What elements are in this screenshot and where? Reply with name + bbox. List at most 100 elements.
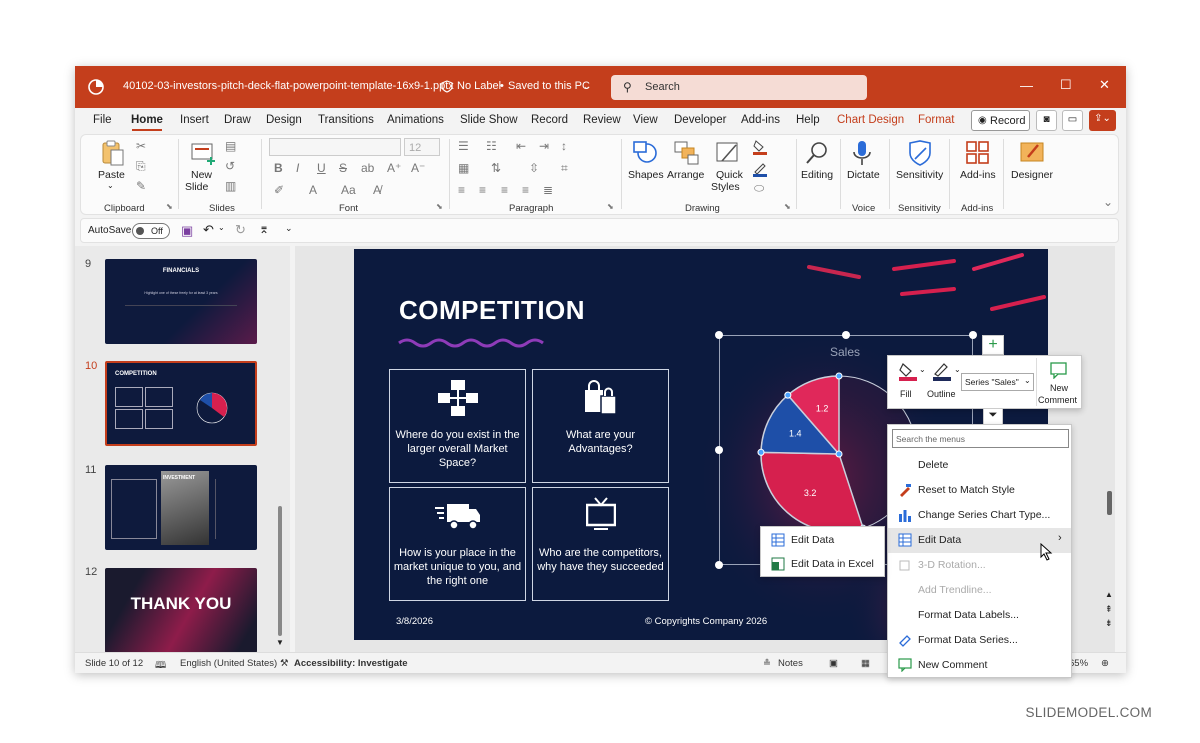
editing-button[interactable]: Editing <box>801 169 833 181</box>
tab-slide-show[interactable]: Slide Show <box>460 114 518 126</box>
save-icon[interactable]: ▣ <box>181 223 193 239</box>
smartart-icon[interactable]: ⌗ <box>561 161 568 176</box>
dialog-launcher-icon[interactable]: ⬊ <box>436 202 443 211</box>
font-size-select[interactable]: 12 <box>404 138 440 156</box>
copy-icon[interactable]: ⎘ <box>136 159 146 174</box>
chevron-down-icon[interactable]: ⌄ <box>218 223 225 232</box>
justify-icon[interactable]: ≡ <box>522 183 529 197</box>
arrange-icon[interactable] <box>673 139 701 167</box>
section-icon[interactable]: ▥ <box>225 179 236 193</box>
minimize-icon[interactable]: — <box>1020 78 1033 93</box>
thumbnail-slide-9[interactable]: FINANCIALS Highlight one of these freely… <box>105 259 257 344</box>
change-case-icon[interactable]: Aa <box>341 183 356 197</box>
resize-handle[interactable] <box>842 331 850 339</box>
designer-button[interactable]: Designer <box>1011 169 1053 181</box>
scroll-down-icon[interactable]: ▼ <box>276 638 284 647</box>
strikethrough-icon[interactable]: S <box>339 161 347 175</box>
tab-view[interactable]: View <box>633 114 658 126</box>
shape-effects-icon[interactable]: ⬭ <box>754 181 764 196</box>
fit-to-window-icon[interactable]: ⊕ <box>1101 658 1109 669</box>
outline-button[interactable]: Outline <box>927 389 956 399</box>
thumbnail-slide-10[interactable]: COMPETITION <box>105 361 257 446</box>
submenu-edit-data[interactable]: Edit Data <box>761 528 884 552</box>
slide-sorter-icon[interactable]: ▦ <box>861 658 870 669</box>
thumbnail-scrollbar[interactable]: ▼ <box>275 248 285 648</box>
font-color-icon[interactable]: A <box>309 183 317 197</box>
fill-icon[interactable] <box>898 361 918 381</box>
quick-styles-button-label[interactable]: Styles <box>711 181 740 193</box>
chevron-down-icon[interactable]: ⌄ <box>583 81 591 92</box>
menu-search-input[interactable]: Search the menus <box>892 429 1069 448</box>
shape-fill-icon[interactable] <box>753 139 767 155</box>
paste-button[interactable]: Paste <box>98 169 125 181</box>
notes-button[interactable]: Notes <box>778 658 803 669</box>
underline-icon[interactable]: U <box>317 161 326 175</box>
tab-add-ins[interactable]: Add-ins <box>741 114 780 126</box>
resize-handle[interactable] <box>969 331 977 339</box>
tab-home[interactable]: Home <box>131 114 163 126</box>
pie-data-label[interactable]: 3.2 <box>804 488 817 498</box>
editor-scroll-thumb[interactable] <box>1107 491 1112 515</box>
arrange-button[interactable]: Arrange <box>667 169 704 181</box>
tab-draw[interactable]: Draw <box>224 114 251 126</box>
bold-icon[interactable]: B <box>274 161 283 175</box>
new-comment-icon[interactable] <box>1049 361 1069 379</box>
present-icon[interactable]: ⌆ <box>259 222 269 236</box>
tab-record[interactable]: Record <box>531 114 568 126</box>
language-status[interactable]: English (United States) <box>180 658 277 669</box>
tab-animations[interactable]: Animations <box>387 114 444 126</box>
numbering-icon[interactable]: ☷ <box>486 139 497 153</box>
card-market-space[interactable]: Where do you exist in the larger overall… <box>389 369 526 483</box>
dictate-button[interactable]: Dictate <box>847 169 880 181</box>
record-button[interactable]: ◉ Record <box>971 110 1030 131</box>
quick-styles-button[interactable]: Quick <box>716 169 743 181</box>
card-unique-place[interactable]: How is your place in the market unique t… <box>389 487 526 601</box>
sensitivity-icon[interactable] <box>906 139 934 167</box>
align-right-icon[interactable]: ≡ <box>501 183 508 197</box>
resize-handle[interactable] <box>715 331 723 339</box>
ctx-delete[interactable]: Delete <box>888 453 1071 478</box>
align-text-icon[interactable]: ⇳ <box>529 161 539 175</box>
autosave-toggle[interactable]: Off <box>132 223 170 239</box>
sensitivity-button[interactable]: Sensitivity <box>896 169 943 181</box>
cut-icon[interactable]: ✂ <box>136 139 146 153</box>
ctx-format-labels[interactable]: Format Data Labels... <box>888 603 1071 628</box>
customize-qa-icon[interactable]: ⌄ <box>285 223 293 234</box>
distribute-icon[interactable]: ≣ <box>543 183 553 197</box>
highlight-icon[interactable]: ✐ <box>274 183 284 197</box>
tab-chart-design[interactable]: Chart Design <box>837 114 904 126</box>
new-comment-button[interactable]: New <box>1050 383 1068 393</box>
line-spacing-icon[interactable]: ↕ <box>561 139 567 153</box>
ctx-change-chart-type[interactable]: Change Series Chart Type... <box>888 503 1071 528</box>
label-status[interactable]: No Label <box>457 80 501 92</box>
resize-handle[interactable] <box>715 446 723 454</box>
camera-icon[interactable]: ◙ <box>1036 110 1057 131</box>
italic-icon[interactable]: I <box>296 161 299 175</box>
new-slide-button[interactable]: New <box>191 169 212 181</box>
add-ins-icon[interactable] <box>964 139 992 167</box>
shapes-icon[interactable] <box>631 139 659 167</box>
new-comment-button-label[interactable]: Comment <box>1038 395 1077 405</box>
save-status[interactable]: Saved to this PC <box>508 80 590 92</box>
accessibility-status[interactable]: Accessibility: Investigate <box>294 658 408 669</box>
slide-title[interactable]: COMPETITION <box>399 295 585 326</box>
reset-icon[interactable]: ↺ <box>225 159 235 173</box>
pie-data-label[interactable]: 1.4 <box>789 428 802 438</box>
series-select[interactable]: Series "Sales" ⌄ <box>961 373 1034 391</box>
series-selection-handle[interactable] <box>835 372 843 380</box>
format-painter-icon[interactable]: ✎ <box>136 179 146 193</box>
chevron-down-icon[interactable]: ⌄ <box>919 365 926 374</box>
collapse-ribbon-icon[interactable]: ⌄ <box>1103 195 1113 209</box>
resize-handle[interactable] <box>715 561 723 569</box>
maximize-icon[interactable]: ☐ <box>1060 77 1072 93</box>
close-icon[interactable]: ✕ <box>1099 77 1110 93</box>
dialog-launcher-icon[interactable]: ⬊ <box>784 202 791 211</box>
chart-elements-button[interactable]: + <box>982 335 1004 355</box>
series-selection-handle[interactable] <box>757 448 765 456</box>
ctx-new-comment[interactable]: New Comment <box>888 653 1071 678</box>
ctx-reset-style[interactable]: Reset to Match Style <box>888 478 1071 503</box>
chart-title[interactable]: Sales <box>830 345 860 359</box>
scroll-up-icon[interactable]: ▲ <box>1105 590 1113 599</box>
dialog-launcher-icon[interactable]: ⬊ <box>607 202 614 211</box>
designer-icon[interactable] <box>1018 139 1046 167</box>
